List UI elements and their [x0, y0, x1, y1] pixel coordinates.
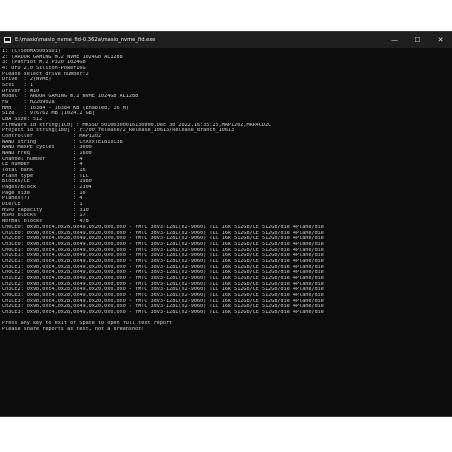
console-app-icon: [4, 37, 11, 43]
minimize-button[interactable]: —: [383, 32, 406, 48]
window-title: E:\masio\masio_nvme_fid-0.362a\masio_nvm…: [15, 37, 156, 43]
close-button[interactable]: ✕: [429, 32, 452, 48]
title-bar[interactable]: E:\masio\masio_nvme_fid-0.362a\masio_nvm…: [0, 32, 452, 48]
console-window[interactable]: E:\masio\masio_nvme_fid-0.362a\masio_nvm…: [0, 32, 452, 416]
window-controls: — ☐ ✕: [383, 32, 452, 48]
console-prompt-line: Please share reports as text, not a sree…: [2, 326, 145, 332]
maximize-button[interactable]: ☐: [406, 32, 429, 48]
console-scrollbar[interactable]: [446, 48, 452, 416]
console-output[interactable]: 1: (CT500MX500SSD1) 2: (ARDOR GAMING m.2 …: [0, 48, 452, 333]
